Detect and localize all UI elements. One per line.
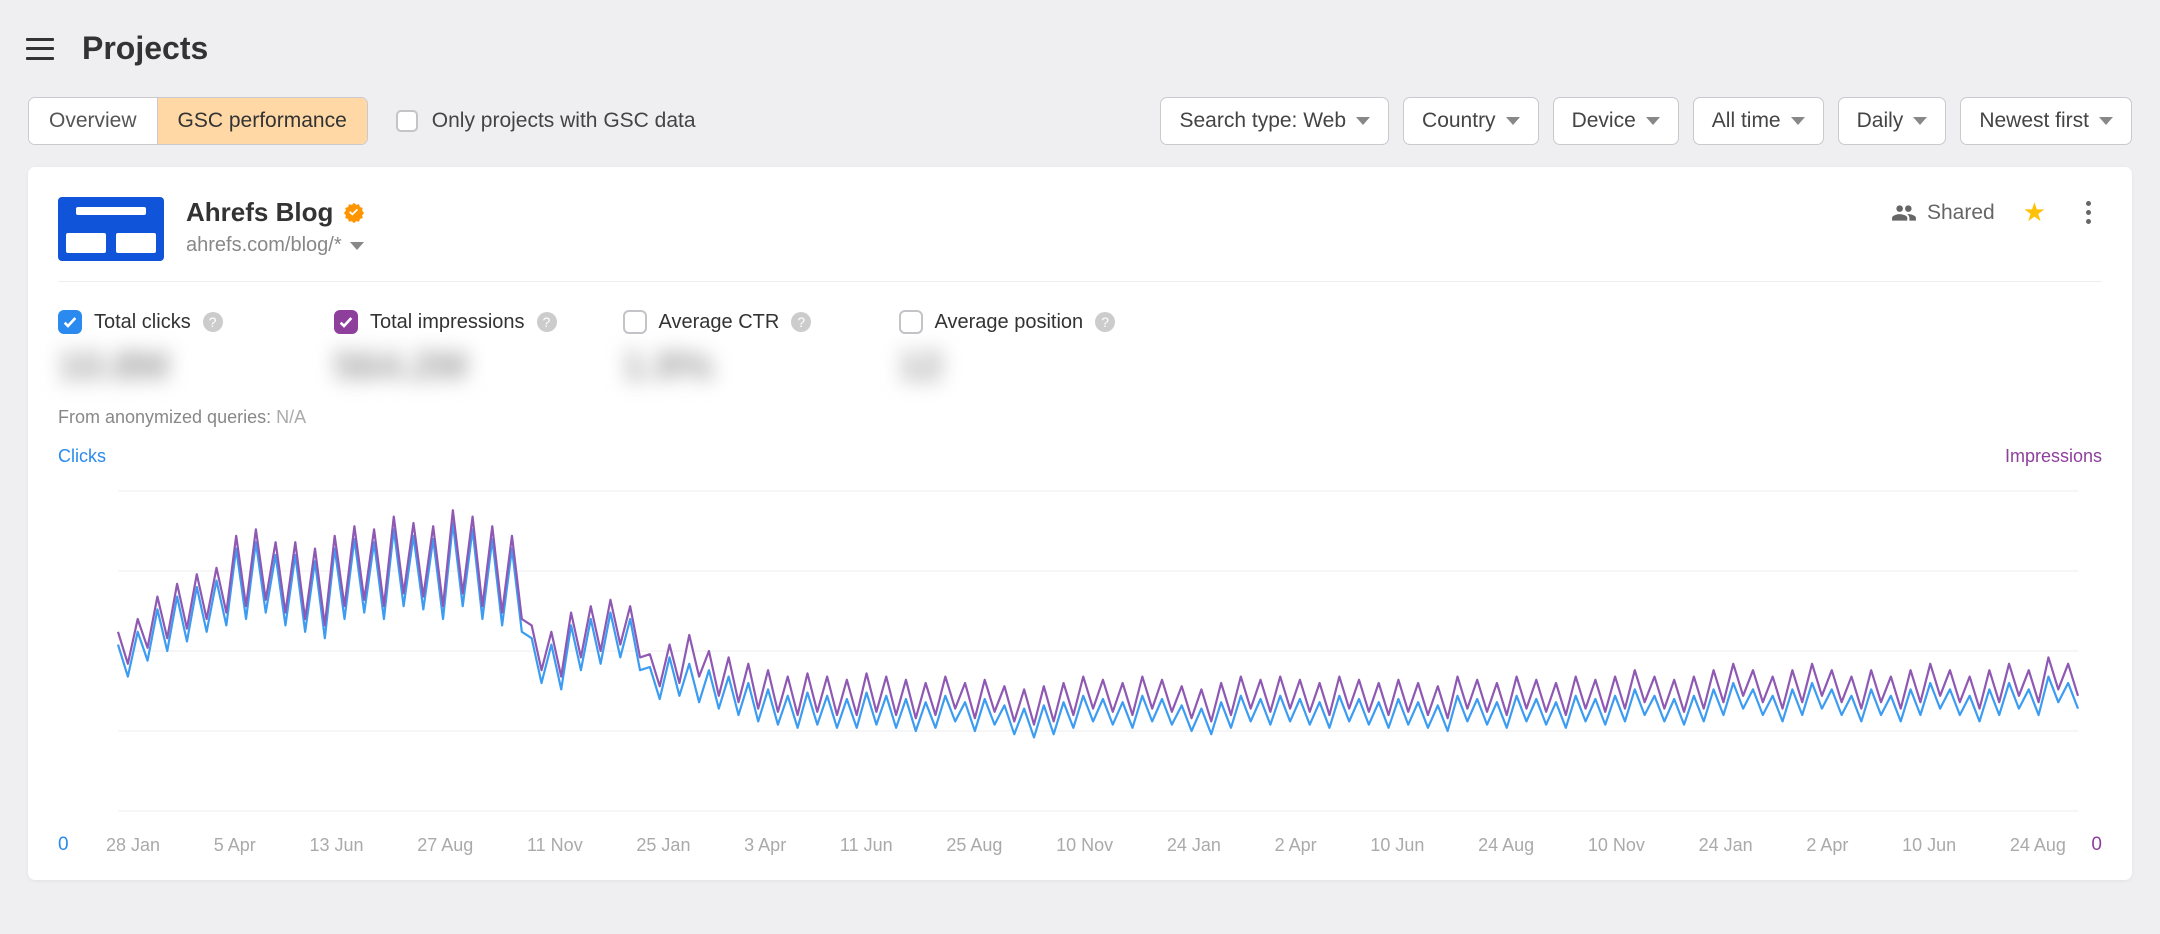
y-axis-right-zero: 0 (2091, 834, 2102, 856)
filter-granularity[interactable]: Daily (1838, 97, 1947, 145)
x-axis-tick: 24 Jan (1699, 835, 1753, 856)
x-axis-tick: 11 Nov (527, 835, 583, 856)
verified-badge-icon (343, 202, 365, 224)
x-axis-tick: 25 Aug (946, 835, 1002, 856)
x-axis-tick: 2 Apr (1275, 835, 1317, 856)
chevron-down-icon (1791, 117, 1805, 125)
x-axis-tick: 10 Jun (1370, 835, 1424, 856)
filter-device[interactable]: Device (1553, 97, 1679, 145)
performance-chart[interactable] (58, 481, 2102, 821)
hamburger-menu-icon[interactable] (26, 38, 54, 60)
x-axis-tick: 10 Jun (1902, 835, 1956, 856)
x-axis-tick: 24 Jan (1167, 835, 1221, 856)
x-axis-tick: 5 Apr (214, 835, 256, 856)
only-gsc-label: Only projects with GSC data (432, 109, 696, 133)
help-icon[interactable]: ? (203, 312, 223, 332)
x-axis-ticks: 28 Jan 5 Apr 13 Jun 27 Aug 11 Nov 25 Jan 3 Apr… (58, 835, 2102, 856)
project-card: Ahrefs Blog ahrefs.com/blog/* Shared ★ T… (28, 167, 2132, 880)
metric-value-clicks: 10.8M (58, 344, 268, 389)
chevron-down-icon (2099, 117, 2113, 125)
people-icon (1891, 200, 1917, 226)
page-title: Projects (82, 30, 208, 67)
help-icon[interactable]: ? (537, 312, 557, 332)
view-tabs: Overview GSC performance (28, 97, 368, 145)
y-axis-left-label: Clicks (58, 446, 106, 467)
project-name: Ahrefs Blog (186, 197, 333, 228)
x-axis-tick: 2 Apr (1806, 835, 1848, 856)
metric-checkbox-impressions[interactable] (334, 310, 358, 334)
star-favorite-icon[interactable]: ★ (2023, 197, 2046, 228)
x-axis-tick: 28 Jan (106, 835, 160, 856)
metric-checkbox-position[interactable] (899, 310, 923, 334)
x-axis-tick: 3 Apr (744, 835, 786, 856)
anonymized-queries-note: From anonymized queries: N/A (58, 407, 2102, 428)
chevron-down-icon (1646, 117, 1660, 125)
filter-country[interactable]: Country (1403, 97, 1539, 145)
x-axis-tick: 27 Aug (417, 835, 473, 856)
x-axis-tick: 11 Jun (840, 835, 893, 856)
filter-search-type[interactable]: Search type: Web (1160, 97, 1389, 145)
metric-checkbox-ctr[interactable] (623, 310, 647, 334)
x-axis-tick: 24 Aug (2010, 835, 2066, 856)
x-axis-tick: 24 Aug (1478, 835, 1534, 856)
y-axis-left-zero: 0 (58, 834, 69, 856)
tab-gsc-performance[interactable]: GSC performance (157, 98, 367, 144)
tab-overview[interactable]: Overview (29, 98, 157, 144)
x-axis-tick: 13 Jun (309, 835, 363, 856)
metric-value-impressions: 564.2M (334, 344, 557, 389)
metric-checkbox-clicks[interactable] (58, 310, 82, 334)
help-icon[interactable]: ? (791, 312, 811, 332)
chevron-down-icon (1356, 117, 1370, 125)
only-gsc-checkbox-row[interactable]: Only projects with GSC data (396, 109, 696, 133)
metric-label-impressions: Total impressions (370, 311, 525, 334)
metric-label-clicks: Total clicks (94, 311, 191, 334)
sort-dropdown[interactable]: Newest first (1960, 97, 2132, 145)
metric-value-ctr: 1.9% (623, 344, 833, 389)
shared-indicator[interactable]: Shared (1891, 200, 1995, 226)
chevron-down-icon (350, 242, 364, 250)
metric-label-position: Average position (935, 311, 1084, 334)
filter-time-range[interactable]: All time (1693, 97, 1824, 145)
chevron-down-icon (1913, 117, 1927, 125)
project-domain-dropdown[interactable]: ahrefs.com/blog/* (186, 234, 365, 257)
only-gsc-checkbox[interactable] (396, 110, 418, 132)
more-options-icon[interactable] (2074, 199, 2102, 227)
x-axis-tick: 25 Jan (636, 835, 690, 856)
metric-value-position: 12 (899, 344, 1116, 389)
x-axis-tick: 10 Nov (1588, 835, 1645, 856)
metric-label-ctr: Average CTR (659, 311, 780, 334)
help-icon[interactable]: ? (1095, 312, 1115, 332)
chevron-down-icon (1506, 117, 1520, 125)
project-thumbnail (58, 197, 164, 261)
y-axis-right-label: Impressions (2005, 446, 2102, 467)
x-axis-tick: 10 Nov (1056, 835, 1113, 856)
